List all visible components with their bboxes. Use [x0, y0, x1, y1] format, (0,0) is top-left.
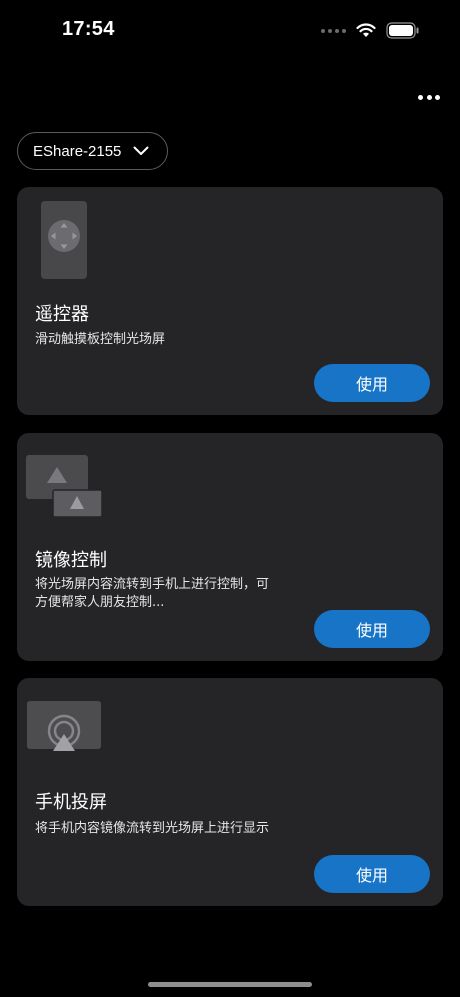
more-icon[interactable]	[418, 90, 440, 104]
app-screen: 17:54 EShare-2155 遥控器 滑动触摸板控制光场屏 使用 镜像控制…	[0, 0, 460, 997]
mirror-control-icon	[26, 455, 103, 518]
screen-cast-card: 手机投屏 将手机内容镜像流转到光场屏上进行显示 使用	[17, 678, 443, 906]
use-button-mirror[interactable]: 使用	[314, 610, 430, 648]
status-icons	[321, 22, 420, 39]
screen-cast-icon	[27, 701, 101, 751]
card-title: 遥控器	[35, 304, 89, 325]
home-indicator	[148, 982, 312, 987]
device-selector-label: EShare-2155	[33, 142, 122, 160]
mirror-control-card: 镜像控制 将光场屏内容流转到手机上进行控制，可方便帮家人朋友控制... 使用	[17, 433, 443, 661]
device-selector[interactable]: EShare-2155	[17, 132, 169, 170]
card-description: 将手机内容镜像流转到光场屏上进行显示	[35, 821, 270, 836]
battery-icon	[386, 22, 419, 39]
status-time: 17:54	[62, 18, 115, 40]
card-description: 滑动触摸板控制光场屏	[35, 332, 166, 347]
use-button-remote[interactable]: 使用	[314, 364, 430, 402]
chevron-down-icon	[133, 146, 149, 155]
card-description: 将光场屏内容流转到手机上进行控制，可方便帮家人朋友控制...	[35, 577, 270, 610]
remote-control-card: 遥控器 滑动触摸板控制光场屏 使用	[17, 187, 443, 415]
remote-control-icon	[41, 201, 87, 279]
use-button-cast[interactable]: 使用	[314, 855, 430, 893]
card-title: 镜像控制	[35, 550, 107, 571]
signal-dots-icon	[321, 28, 346, 33]
wifi-icon	[356, 23, 376, 37]
card-title: 手机投屏	[35, 792, 107, 813]
